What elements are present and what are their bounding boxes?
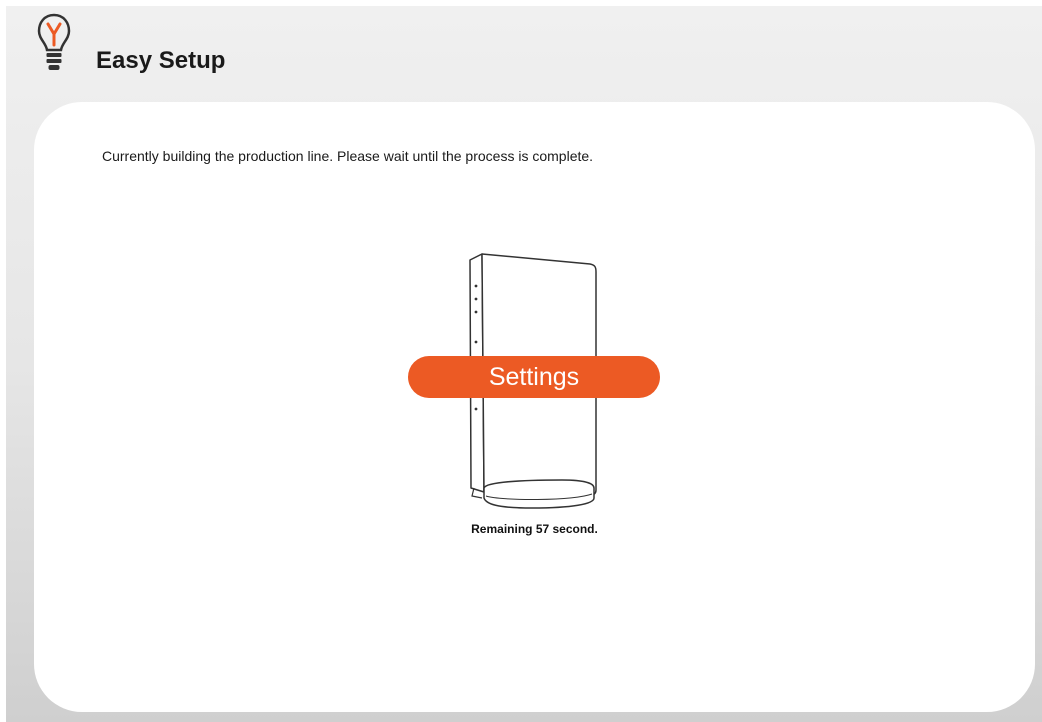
page-title: Easy Setup bbox=[96, 47, 226, 74]
settings-button[interactable]: Settings bbox=[408, 356, 660, 398]
lightbulb-icon bbox=[37, 13, 71, 70]
countdown-text: Remaining 57 second. bbox=[471, 522, 598, 536]
page: Easy Setup Currently building the produc… bbox=[6, 6, 1042, 722]
header: Easy Setup bbox=[36, 12, 636, 82]
status-message: Currently building the production line. … bbox=[102, 148, 594, 164]
setup-card: Currently building the production line. … bbox=[34, 102, 1035, 712]
